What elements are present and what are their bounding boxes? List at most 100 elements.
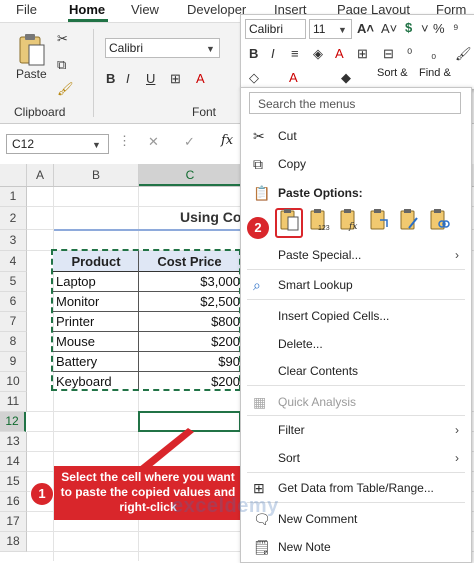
paste-options-header: 📋 Paste Options: [241,180,471,206]
paste-label[interactable]: Paste [16,67,47,81]
mini-eraser-icon[interactable]: ◆ [341,70,351,86]
row-header-16[interactable]: 16 [0,492,27,512]
menu-item-insert-copied-cells[interactable]: Insert Copied Cells... [241,303,471,329]
underline-icon[interactable]: U [146,71,155,86]
percent-icon[interactable]: % [433,21,445,36]
row-header-6[interactable]: 6 [0,292,27,312]
cancel-icon[interactable]: ✕ [148,134,159,150]
enter-icon[interactable]: ✓ [184,134,195,150]
mini-font-family[interactable]: Calibri [245,19,306,39]
increase-font-icon[interactable]: A˄ [357,21,374,36]
tab-file[interactable]: File [16,2,37,17]
row-header-1[interactable]: 1 [0,187,27,207]
menu-separator [247,502,465,503]
row-header-13[interactable]: 13 [0,432,27,452]
mini-italic-icon[interactable]: I [271,46,275,61]
paste-formatting-icon[interactable] [399,208,421,232]
increase-decimal-icon[interactable]: ₀ [431,46,436,61]
mini-text-color-icon[interactable]: A [289,70,298,85]
align-icon[interactable]: ≡ [291,46,299,61]
menu-item-smart-lookup[interactable]: ⌕ Smart Lookup [241,272,471,298]
italic-icon[interactable]: I [126,71,130,86]
menu-separator [247,415,465,416]
copy-icon: ⧉ [253,156,263,172]
paste-transpose-icon[interactable] [369,208,391,232]
row-header-17[interactable]: 17 [0,512,27,532]
row-header-18[interactable]: 18 [0,532,27,552]
find-select-button[interactable]: Find & [419,67,451,79]
cut-icon[interactable]: ✂ [57,31,68,47]
paste-formulas-icon[interactable]: fx [339,208,361,232]
mini-bold-icon[interactable]: B [249,46,258,61]
menu-item-filter[interactable]: Filter › [241,417,471,443]
menu-item-cut[interactable]: ✂ Cut [241,123,471,149]
bold-icon[interactable]: B [106,71,115,86]
row-header-2[interactable]: 2 [0,207,27,230]
menu-item-new-note[interactable]: 🗒 New Note [241,534,471,560]
fill-color-icon[interactable]: ◈ [313,46,323,62]
svg-text:123: 123 [318,225,330,232]
menu-separator [247,299,465,300]
row-header-14[interactable]: 14 [0,452,27,472]
column-header-c[interactable]: C [139,164,242,186]
paste-button[interactable] [18,33,46,67]
watermark: exceldemy [172,495,279,517]
font-family-select[interactable]: Calibri [105,38,220,58]
row-header-9[interactable]: 9 [0,352,27,372]
paste-values-icon[interactable]: 123 [309,208,331,232]
row-header-10[interactable]: 10 [0,372,27,392]
row-header-15[interactable]: 15 [0,472,27,492]
borders-icon[interactable]: ⊞ [170,71,181,87]
row-header-8[interactable]: 8 [0,332,27,352]
menu-separator [247,385,465,386]
currency-dropdown-icon[interactable]: ˅ [421,21,429,36]
column-header-a[interactable]: A [27,164,54,186]
note-icon: 🗒 [253,539,271,555]
chevron-right-icon: › [455,248,459,262]
chevron-right-icon: › [455,451,459,465]
group-divider [93,29,94,117]
font-group-label: Font [192,105,217,119]
mini-font-color-icon[interactable]: A [335,46,344,61]
copy-icon[interactable]: ⧉ [57,57,66,73]
format-painter-icon[interactable]: 🖌 [57,81,74,97]
select-all-corner[interactable] [0,164,27,186]
format-painter-icon[interactable]: 🖌 [455,46,472,62]
mini-borders-icon[interactable]: ⊞ [357,46,368,62]
row-header-12[interactable]: 12 [0,412,26,432]
tab-developer[interactable]: Developer [187,2,246,17]
step-badge-1: 1 [30,482,54,506]
row-header-3[interactable]: 3 [0,230,27,251]
sort-filter-button[interactable]: Sort & [377,67,408,79]
insert-function-icon[interactable]: fx [221,133,233,148]
menu-item-delete[interactable]: Delete... [241,331,471,357]
column-header-b[interactable]: B [54,164,139,186]
mini-fill-icon[interactable]: ◇ [249,70,259,86]
row-header-11[interactable]: 11 [0,392,27,412]
sheet-title: Using Co [180,209,242,225]
merge-icon[interactable]: ⊟ [383,46,394,62]
decrease-decimal-icon[interactable]: ⁰ [407,46,412,62]
search-icon: ⌕ [253,277,261,293]
decrease-font-icon[interactable]: A˅ [381,21,397,36]
clipboard-icon: 📋 [253,185,271,201]
menu-item-quick-analysis: ▦ Quick Analysis [241,389,471,415]
menu-item-copy[interactable]: ⧉ Copy [241,151,471,177]
chevron-right-icon: › [455,423,459,437]
currency-icon[interactable]: $ [405,20,412,35]
paste-link-icon[interactable] [429,208,451,232]
tab-view[interactable]: View [131,2,159,17]
chevron-down-icon: ▼ [206,44,215,54]
font-color-icon[interactable]: A [196,71,205,86]
menu-item-sort[interactable]: Sort › [241,445,471,471]
row-header-5[interactable]: 5 [0,272,27,292]
row-header-7[interactable]: 7 [0,312,27,332]
tab-home[interactable]: Home [69,2,105,17]
menu-item-paste-special[interactable]: Paste Special... › [241,242,471,268]
search-menus-input[interactable]: Search the menus [249,92,461,114]
scissors-icon: ✂ [253,128,265,144]
comma-style-icon[interactable]: ⁹ [453,21,459,36]
paste-icon[interactable] [279,208,301,232]
menu-item-clear-contents[interactable]: Clear Contents [241,358,471,384]
row-header-4[interactable]: 4 [0,251,27,272]
